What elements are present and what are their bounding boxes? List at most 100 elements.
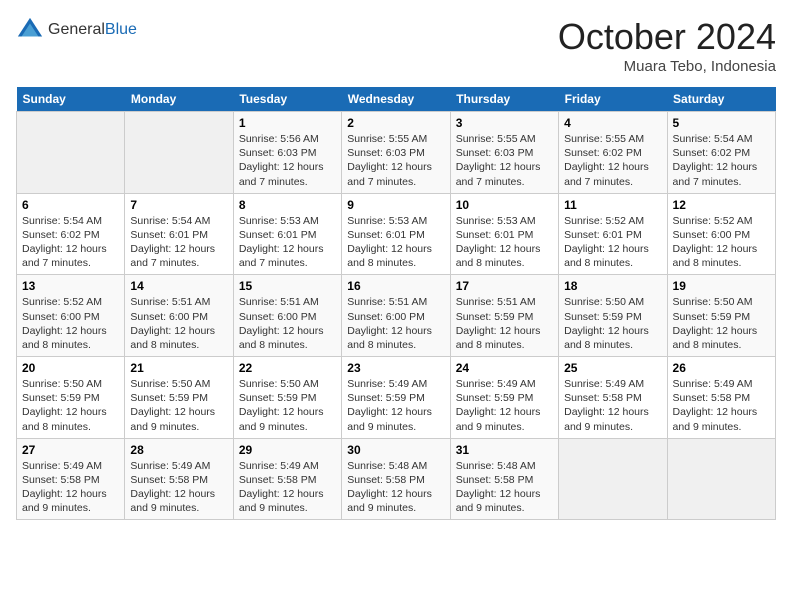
day-detail: Sunrise: 5:51 AM Sunset: 6:00 PM Dayligh… — [130, 295, 227, 352]
calendar-cell: 10 Sunrise: 5:53 AM Sunset: 6:01 PM Dayli… — [450, 193, 558, 275]
day-of-week-header: Tuesday — [233, 87, 341, 112]
calendar-cell: 30 Sunrise: 5:48 AM Sunset: 5:58 PM Dayli… — [342, 438, 450, 520]
day-number: 23 — [347, 361, 444, 375]
calendar-cell: 27 Sunrise: 5:49 AM Sunset: 5:58 PM Dayli… — [17, 438, 125, 520]
day-detail: Sunrise: 5:51 AM Sunset: 6:00 PM Dayligh… — [239, 295, 336, 352]
day-detail: Sunrise: 5:49 AM Sunset: 5:59 PM Dayligh… — [456, 377, 553, 434]
day-number: 30 — [347, 443, 444, 457]
calendar-cell: 8Sunrise: 5:53 AM Sunset: 6:01 PM Daylig… — [233, 193, 341, 275]
calendar-cell: 17 Sunrise: 5:51 AM Sunset: 5:59 PM Dayli… — [450, 275, 558, 357]
page-header: GeneralBlue October 2024 Muara Tebo, Ind… — [16, 16, 776, 75]
calendar-cell: 29Sunrise: 5:49 AM Sunset: 5:58 PM Dayli… — [233, 438, 341, 520]
day-detail: Sunrise: 5:54 AM Sunset: 6:02 PM Dayligh… — [22, 214, 119, 271]
day-number: 3 — [456, 116, 553, 130]
calendar-cell: 13Sunrise: 5:52 AM Sunset: 6:00 PM Dayli… — [17, 275, 125, 357]
day-detail: Sunrise: 5:49 AM Sunset: 5:58 PM Dayligh… — [564, 377, 661, 434]
calendar-cell: 12Sunrise: 5:52 AM Sunset: 6:00 PM Dayli… — [667, 193, 775, 275]
calendar-cell: 2 Sunrise: 5:55 AM Sunset: 6:03 PM Daylig… — [342, 112, 450, 194]
calendar-cell: 1Sunrise: 5:56 AM Sunset: 6:03 PM Daylig… — [233, 112, 341, 194]
day-detail: Sunrise: 5:49 AM Sunset: 5:58 PM Dayligh… — [130, 459, 227, 516]
calendar-cell: 9 Sunrise: 5:53 AM Sunset: 6:01 PM Daylig… — [342, 193, 450, 275]
calendar-cell: 26 Sunrise: 5:49 AM Sunset: 5:58 PM Dayli… — [667, 357, 775, 439]
day-number: 12 — [673, 198, 770, 212]
day-number: 8 — [239, 198, 336, 212]
day-number: 9 — [347, 198, 444, 212]
day-detail: Sunrise: 5:53 AM Sunset: 6:01 PM Dayligh… — [456, 214, 553, 271]
day-number: 22 — [239, 361, 336, 375]
day-detail: Sunrise: 5:49 AM Sunset: 5:58 PM Dayligh… — [673, 377, 770, 434]
calendar-cell — [559, 438, 667, 520]
day-detail: Sunrise: 5:52 AM Sunset: 6:01 PM Dayligh… — [564, 214, 661, 271]
day-detail: Sunrise: 5:50 AM Sunset: 5:59 PM Dayligh… — [564, 295, 661, 352]
day-number: 31 — [456, 443, 553, 457]
day-of-week-header: Wednesday — [342, 87, 450, 112]
calendar-cell: 7 Sunrise: 5:54 AM Sunset: 6:01 PM Daylig… — [125, 193, 233, 275]
calendar-cell: 5 Sunrise: 5:54 AM Sunset: 6:02 PM Daylig… — [667, 112, 775, 194]
day-number: 28 — [130, 443, 227, 457]
day-detail: Sunrise: 5:48 AM Sunset: 5:58 PM Dayligh… — [456, 459, 553, 516]
calendar-cell: 31 Sunrise: 5:48 AM Sunset: 5:58 PM Dayli… — [450, 438, 558, 520]
day-detail: Sunrise: 5:54 AM Sunset: 6:01 PM Dayligh… — [130, 214, 227, 271]
calendar-cell: 25 Sunrise: 5:49 AM Sunset: 5:58 PM Dayli… — [559, 357, 667, 439]
calendar-cell: 23 Sunrise: 5:49 AM Sunset: 5:59 PM Dayli… — [342, 357, 450, 439]
day-detail: Sunrise: 5:55 AM Sunset: 6:02 PM Dayligh… — [564, 132, 661, 189]
calendar-cell: 16Sunrise: 5:51 AM Sunset: 6:00 PM Dayli… — [342, 275, 450, 357]
day-number: 19 — [673, 279, 770, 293]
logo-general: General — [48, 21, 105, 38]
calendar-cell: 19 Sunrise: 5:50 AM Sunset: 5:59 PM Dayli… — [667, 275, 775, 357]
calendar-week-row: 27 Sunrise: 5:49 AM Sunset: 5:58 PM Dayli… — [17, 438, 776, 520]
calendar-cell — [17, 112, 125, 194]
day-number: 7 — [130, 198, 227, 212]
day-detail: Sunrise: 5:51 AM Sunset: 5:59 PM Dayligh… — [456, 295, 553, 352]
day-detail: Sunrise: 5:50 AM Sunset: 5:59 PM Dayligh… — [673, 295, 770, 352]
day-number: 11 — [564, 198, 661, 212]
logo-blue: Blue — [105, 21, 137, 38]
day-of-week-header: Saturday — [667, 87, 775, 112]
day-detail: Sunrise: 5:49 AM Sunset: 5:58 PM Dayligh… — [22, 459, 119, 516]
day-detail: Sunrise: 5:56 AM Sunset: 6:03 PM Dayligh… — [239, 132, 336, 189]
calendar-cell: 6Sunrise: 5:54 AM Sunset: 6:02 PM Daylig… — [17, 193, 125, 275]
calendar-table: SundayMondayTuesdayWednesdayThursdayFrid… — [16, 87, 776, 520]
day-number: 10 — [456, 198, 553, 212]
day-number: 4 — [564, 116, 661, 130]
calendar-header-row: SundayMondayTuesdayWednesdayThursdayFrid… — [17, 87, 776, 112]
logo: GeneralBlue — [16, 16, 137, 44]
day-of-week-header: Friday — [559, 87, 667, 112]
calendar-week-row: 1Sunrise: 5:56 AM Sunset: 6:03 PM Daylig… — [17, 112, 776, 194]
location-subtitle: Muara Tebo, Indonesia — [558, 58, 776, 75]
calendar-week-row: 13Sunrise: 5:52 AM Sunset: 6:00 PM Dayli… — [17, 275, 776, 357]
day-detail: Sunrise: 5:50 AM Sunset: 5:59 PM Dayligh… — [22, 377, 119, 434]
calendar-cell: 28 Sunrise: 5:49 AM Sunset: 5:58 PM Dayli… — [125, 438, 233, 520]
day-number: 18 — [564, 279, 661, 293]
calendar-week-row: 20Sunrise: 5:50 AM Sunset: 5:59 PM Dayli… — [17, 357, 776, 439]
logo-text: GeneralBlue — [48, 21, 137, 39]
calendar-cell: 15 Sunrise: 5:51 AM Sunset: 6:00 PM Dayli… — [233, 275, 341, 357]
day-number: 27 — [22, 443, 119, 457]
day-detail: Sunrise: 5:55 AM Sunset: 6:03 PM Dayligh… — [456, 132, 553, 189]
day-detail: Sunrise: 5:52 AM Sunset: 6:00 PM Dayligh… — [22, 295, 119, 352]
day-number: 17 — [456, 279, 553, 293]
calendar-cell: 18 Sunrise: 5:50 AM Sunset: 5:59 PM Dayli… — [559, 275, 667, 357]
day-detail: Sunrise: 5:49 AM Sunset: 5:59 PM Dayligh… — [347, 377, 444, 434]
day-detail: Sunrise: 5:50 AM Sunset: 5:59 PM Dayligh… — [130, 377, 227, 434]
calendar-cell: 4 Sunrise: 5:55 AM Sunset: 6:02 PM Daylig… — [559, 112, 667, 194]
calendar-cell: 21Sunrise: 5:50 AM Sunset: 5:59 PM Dayli… — [125, 357, 233, 439]
day-number: 29 — [239, 443, 336, 457]
calendar-cell: 14Sunrise: 5:51 AM Sunset: 6:00 PM Dayli… — [125, 275, 233, 357]
day-number: 15 — [239, 279, 336, 293]
day-detail: Sunrise: 5:53 AM Sunset: 6:01 PM Dayligh… — [347, 214, 444, 271]
logo-icon — [16, 16, 44, 44]
day-detail: Sunrise: 5:54 AM Sunset: 6:02 PM Dayligh… — [673, 132, 770, 189]
day-number: 16 — [347, 279, 444, 293]
day-of-week-header: Monday — [125, 87, 233, 112]
calendar-cell: 11 Sunrise: 5:52 AM Sunset: 6:01 PM Dayli… — [559, 193, 667, 275]
month-title: October 2024 — [558, 16, 776, 58]
day-number: 5 — [673, 116, 770, 130]
day-number: 2 — [347, 116, 444, 130]
day-detail: Sunrise: 5:48 AM Sunset: 5:58 PM Dayligh… — [347, 459, 444, 516]
day-detail: Sunrise: 5:55 AM Sunset: 6:03 PM Dayligh… — [347, 132, 444, 189]
day-number: 24 — [456, 361, 553, 375]
day-number: 26 — [673, 361, 770, 375]
day-number: 25 — [564, 361, 661, 375]
calendar-cell: 24 Sunrise: 5:49 AM Sunset: 5:59 PM Dayli… — [450, 357, 558, 439]
